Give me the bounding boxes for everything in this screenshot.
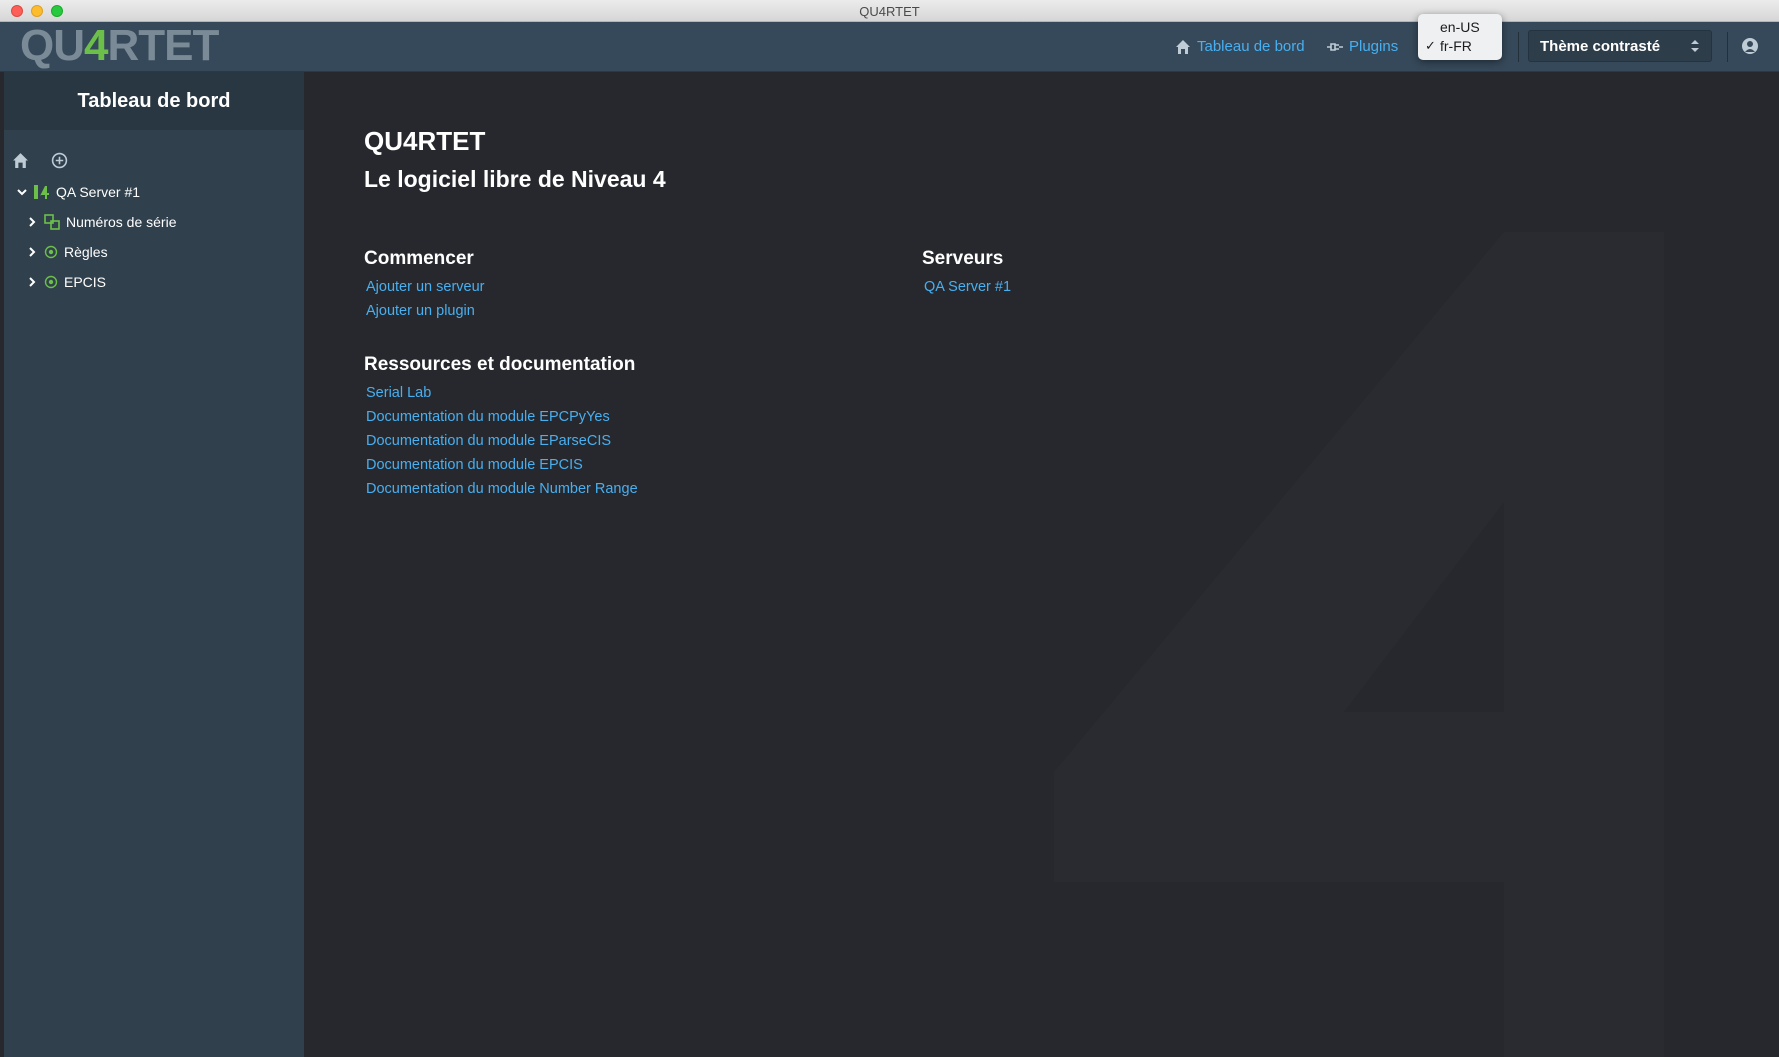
server-link[interactable]: QA Server #1 bbox=[924, 279, 1011, 295]
user-icon[interactable] bbox=[1741, 37, 1759, 60]
language-option-en-us[interactable]: en-US bbox=[1440, 19, 1480, 35]
tree-server-item[interactable]: QA Server #1 bbox=[16, 184, 140, 200]
serial-numbers-icon bbox=[44, 214, 60, 230]
quartet-server-icon bbox=[34, 185, 49, 199]
tree-item-label: Règles bbox=[64, 244, 108, 260]
nav-dashboard-link[interactable]: Tableau de bord bbox=[1175, 38, 1305, 55]
tree-item-label: EPCIS bbox=[64, 274, 107, 290]
language-option-fr-fr[interactable]: ✓ fr-FR bbox=[1425, 38, 1472, 54]
tree-item-label: Numéros de série bbox=[66, 214, 177, 230]
top-navbar: QU4RTET Tableau de bord Plugins Thème co… bbox=[0, 22, 1779, 72]
sidebar-toolbar bbox=[12, 152, 68, 169]
sidebar-title: Tableau de bord bbox=[4, 72, 304, 130]
resource-link-epcis[interactable]: Documentation du module EPCIS bbox=[366, 457, 583, 473]
page-subtitle: Le logiciel libre de Niveau 4 bbox=[364, 166, 666, 192]
chevron-down-icon[interactable] bbox=[16, 186, 28, 198]
select-arrows-icon bbox=[1691, 40, 1699, 52]
chevron-right-icon[interactable] bbox=[26, 246, 38, 258]
target-icon bbox=[44, 245, 58, 259]
nav-dashboard-label: Tableau de bord bbox=[1197, 38, 1305, 55]
section-resources-heading: Ressources et documentation bbox=[364, 354, 636, 375]
nav-plugins-link[interactable]: Plugins bbox=[1327, 38, 1398, 55]
add-plugin-link[interactable]: Ajouter un plugin bbox=[366, 303, 475, 319]
nav-plugins-label: Plugins bbox=[1349, 38, 1399, 55]
page-title: QU4RTET bbox=[364, 126, 486, 156]
tree-item-rules[interactable]: Règles bbox=[26, 244, 108, 260]
navbar-divider bbox=[1727, 32, 1728, 62]
theme-select-value: Thème contrasté bbox=[1540, 37, 1661, 55]
resource-link-number-range[interactable]: Documentation du module Number Range bbox=[366, 481, 638, 497]
add-server-icon[interactable] bbox=[51, 152, 68, 169]
add-server-link[interactable]: Ajouter un serveur bbox=[366, 279, 484, 295]
navbar-divider bbox=[1518, 32, 1519, 62]
language-dropdown-menu: en-US ✓ fr-FR bbox=[1418, 14, 1502, 60]
language-option-label: fr-FR bbox=[1440, 38, 1472, 54]
window-titlebar: QU4RTET bbox=[0, 0, 1779, 22]
tree-item-epcis[interactable]: EPCIS bbox=[26, 274, 106, 290]
resource-link-eparsecis[interactable]: Documentation du module EParseCIS bbox=[366, 433, 611, 449]
tree-item-serial-numbers[interactable]: Numéros de série bbox=[26, 214, 177, 230]
resource-link-epcpyyes[interactable]: Documentation du module EPCPyYes bbox=[366, 409, 610, 425]
home-icon bbox=[1176, 39, 1190, 54]
theme-select[interactable]: Thème contrasté bbox=[1528, 30, 1712, 62]
tree-server-label: QA Server #1 bbox=[56, 184, 141, 200]
checkmark-icon: ✓ bbox=[1425, 38, 1436, 53]
target-icon bbox=[44, 275, 58, 289]
sidebar: Tableau de bord QA Server #1 Numéros de … bbox=[4, 72, 304, 1057]
section-start-heading: Commencer bbox=[364, 248, 474, 269]
chevron-right-icon[interactable] bbox=[26, 216, 38, 228]
section-servers-heading: Serveurs bbox=[922, 248, 1004, 269]
watermark-logo bbox=[1054, 232, 1664, 1057]
window-title: QU4RTET bbox=[859, 4, 920, 19]
chevron-right-icon[interactable] bbox=[26, 276, 38, 288]
plug-icon bbox=[1327, 42, 1343, 51]
main-content: QU4RTET Le logiciel libre de Niveau 4 Co… bbox=[304, 72, 1779, 1057]
home-icon[interactable] bbox=[12, 152, 29, 169]
app-logo[interactable]: QU4RTET bbox=[20, 24, 219, 68]
resource-link-serial-lab[interactable]: Serial Lab bbox=[366, 385, 431, 401]
